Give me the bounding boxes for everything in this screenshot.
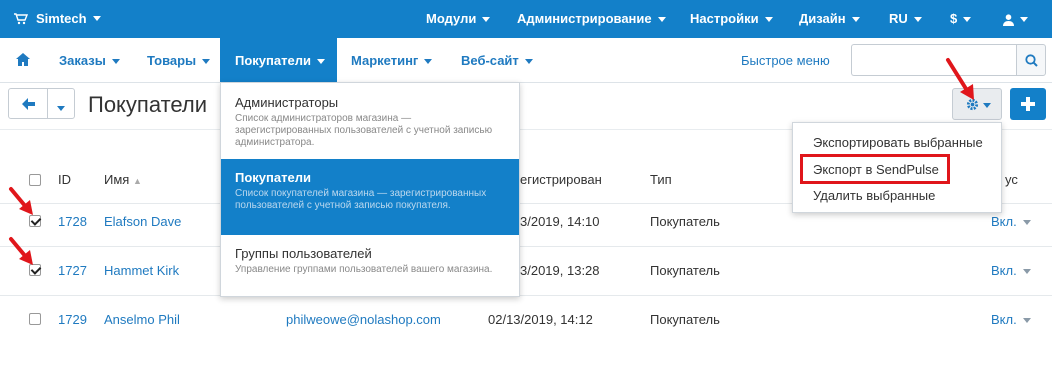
chevron-down-icon <box>202 59 211 65</box>
row-name-link[interactable]: Elafson Dave <box>104 214 181 229</box>
brand-label: Simtech <box>36 11 87 26</box>
header-id[interactable]: ID <box>58 172 71 187</box>
annotation-arrow-icon <box>9 187 33 215</box>
back-button[interactable] <box>8 88 48 119</box>
chevron-down-icon <box>482 17 491 23</box>
menu-item-administrators[interactable]: Администраторы Список администраторов ма… <box>221 91 519 159</box>
topnav-design[interactable]: Дизайн <box>799 11 860 26</box>
topnav-user[interactable] <box>1003 11 1028 26</box>
top-bar: Simtech Модули Администрирование Настрой… <box>0 0 1052 38</box>
nav-marketing[interactable]: Маркетинг <box>351 53 433 68</box>
menu-item-user-groups[interactable]: Группы пользователей Управление группами… <box>221 235 519 295</box>
topnav-administration[interactable]: Администрирование <box>517 11 666 26</box>
add-customer-button[interactable] <box>1010 88 1046 120</box>
user-icon <box>1003 13 1014 26</box>
chevron-down-icon <box>424 59 433 65</box>
chevron-down-icon <box>316 59 325 65</box>
annotation-arrow-icon <box>9 237 33 265</box>
row-email-link[interactable]: philweowe@nolashop.com <box>286 312 441 327</box>
nav-website[interactable]: Веб-сайт <box>461 53 533 68</box>
row-status-dropdown[interactable]: Вкл. <box>991 312 1031 327</box>
chevron-down-icon <box>1022 318 1031 324</box>
table-row: 1727 Hammet Kirk 3/2019, 13:28 Покупател… <box>0 247 1052 296</box>
chevron-down-icon <box>963 17 972 23</box>
chevron-down-icon <box>851 17 860 23</box>
chevron-down-icon <box>657 17 666 23</box>
chevron-down-icon <box>57 106 65 112</box>
chevron-down-icon <box>524 59 533 65</box>
home-icon[interactable] <box>16 53 30 66</box>
row-id-link[interactable]: 1728 <box>58 214 87 229</box>
row-checkbox[interactable] <box>29 313 41 325</box>
row-date: 02/13/2019, 14:12 <box>488 312 593 327</box>
row-name-link[interactable]: Anselmo Phil <box>104 312 180 327</box>
chevron-down-icon <box>1020 17 1028 23</box>
menu-item-delete-selected[interactable]: Удалить выбранные <box>813 188 935 203</box>
chevron-down-icon <box>1022 269 1031 275</box>
menu-item-export-selected[interactable]: Экспортировать выбранные <box>813 135 983 150</box>
nav-products[interactable]: Товары <box>147 53 211 68</box>
quick-menu-link[interactable]: Быстрое меню <box>741 53 830 68</box>
arrow-left-icon <box>22 98 35 110</box>
header-registered[interactable]: егистрирован <box>520 172 602 187</box>
topnav-modules[interactable]: Модули <box>426 11 491 26</box>
chevron-down-icon <box>92 16 101 21</box>
nav-orders[interactable]: Заказы <box>59 53 120 68</box>
table-row: 1729 Anselmo Phil philweowe@nolashop.com… <box>0 296 1052 345</box>
row-name-link[interactable]: Hammet Kirk <box>104 263 179 278</box>
back-dropdown-button[interactable] <box>47 88 75 119</box>
page-title: Покупатели <box>88 92 208 117</box>
chevron-down-icon <box>111 59 120 65</box>
customers-dropdown-menu: Администраторы Список администраторов ма… <box>220 82 520 297</box>
row-type: Покупатель <box>650 312 720 327</box>
header-type[interactable]: Тип <box>650 172 672 187</box>
row-date: 3/2019, 13:28 <box>520 263 600 278</box>
topnav-language[interactable]: RU <box>889 11 922 26</box>
sort-asc-icon: ▲ <box>132 176 142 186</box>
row-type: Покупатель <box>650 263 720 278</box>
row-status-dropdown[interactable]: Вкл. <box>991 214 1031 229</box>
search-input[interactable] <box>851 44 1016 76</box>
search-button[interactable] <box>1016 44 1046 76</box>
topnav-settings[interactable]: Настройки <box>690 11 773 26</box>
row-status-dropdown[interactable]: Вкл. <box>991 263 1031 278</box>
chevron-down-icon <box>764 17 773 23</box>
annotation-highlight-box <box>800 154 950 184</box>
menu-item-customers[interactable]: Покупатели Список покупателей магазина —… <box>221 159 519 235</box>
chevron-down-icon <box>913 17 922 23</box>
chevron-down-icon <box>1022 220 1031 226</box>
annotation-arrow-icon <box>946 58 974 100</box>
search-icon <box>1025 54 1038 67</box>
plus-icon <box>1021 97 1035 111</box>
topnav-currency[interactable]: $ <box>950 11 972 26</box>
header-status[interactable]: ус <box>1005 172 1018 187</box>
brand-menu[interactable]: Simtech <box>14 11 101 26</box>
cart-icon <box>14 12 28 24</box>
header-name[interactable]: Имя ▲ <box>104 172 142 187</box>
row-id-link[interactable]: 1729 <box>58 312 87 327</box>
chevron-down-icon <box>983 103 991 108</box>
row-type: Покупатель <box>650 214 720 229</box>
row-id-link[interactable]: 1727 <box>58 263 87 278</box>
nav-customers[interactable]: Покупатели <box>220 38 337 83</box>
row-date: 3/2019, 14:10 <box>520 214 600 229</box>
